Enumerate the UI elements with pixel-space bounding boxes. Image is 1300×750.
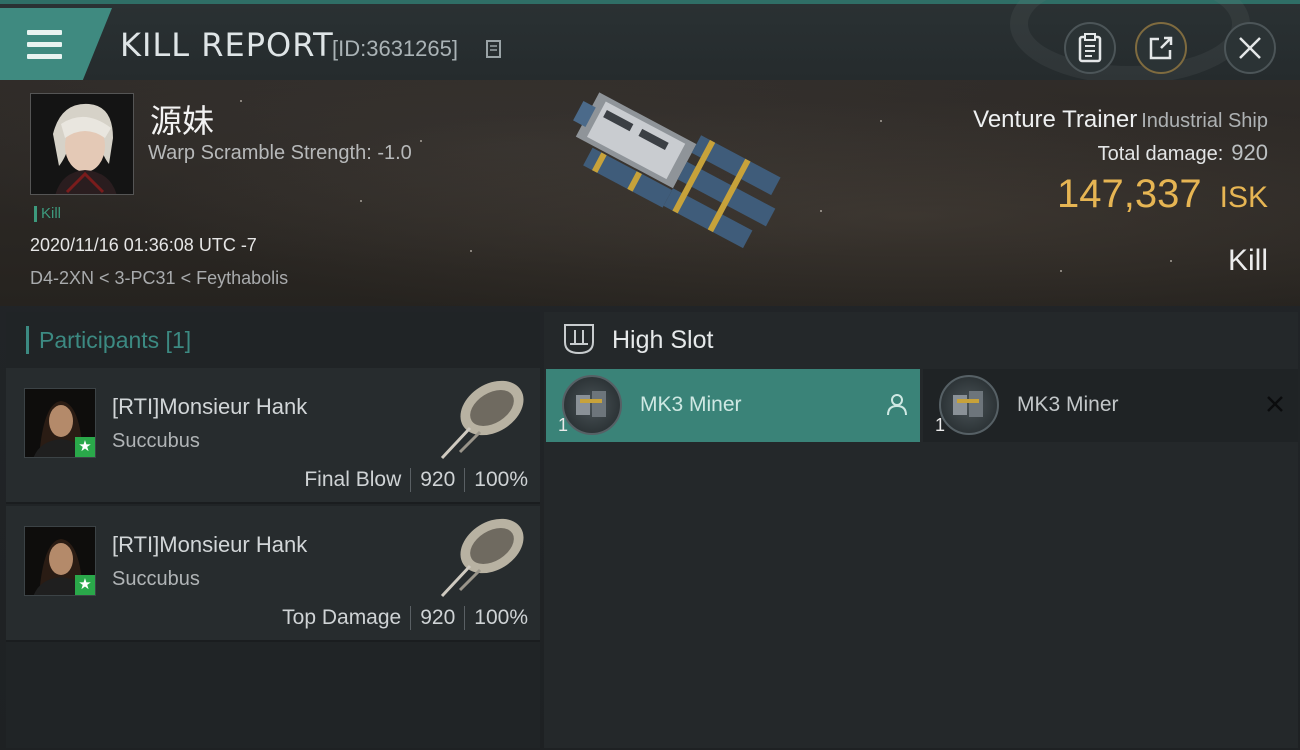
participant-ship: Succubus: [112, 430, 200, 452]
module-item[interactable]: 1 MK3 Miner: [923, 369, 1298, 442]
participant-percent: 100%: [474, 468, 528, 491]
divider: [464, 468, 466, 492]
clipboard-button[interactable]: [1064, 22, 1116, 74]
participant-avatar[interactable]: ★: [24, 526, 96, 596]
report-id: [ID:3631265]: [332, 36, 458, 61]
victim-ship-line[interactable]: Venture Trainer Industrial Ship: [973, 106, 1268, 134]
participant-name[interactable]: [RTI]Monsieur Hank: [112, 532, 307, 558]
participant-stats: Final Blow 920 100%: [304, 468, 528, 492]
victim-name[interactable]: 源妹: [150, 96, 214, 142]
isk-amount: 147,337: [1057, 172, 1202, 216]
high-slot-icon: [564, 324, 594, 355]
menu-bar-icon: [27, 42, 62, 47]
participant-damage: 920: [420, 606, 456, 629]
kill-report-window: KILL REPORT [ID:3631265] 源妹 Warp Scrambl…: [0, 0, 1300, 750]
divider: [410, 606, 412, 630]
star-icon: ★: [75, 575, 95, 595]
share-button[interactable]: [1135, 22, 1187, 74]
person-icon[interactable]: [886, 393, 908, 417]
divider: [464, 606, 466, 630]
destroyed-x-icon: [1267, 396, 1283, 412]
kill-tag: Kill: [34, 206, 61, 222]
miner-module-icon: [939, 375, 999, 435]
total-damage-label: Total damage:: [1097, 143, 1224, 165]
kill-time: 2020/11/16 01:36:08 UTC -7: [30, 235, 257, 255]
menu-bar-icon: [27, 30, 62, 35]
star-icon: ★: [75, 437, 95, 457]
close-icon: [1239, 37, 1261, 59]
module-quantity: 1: [935, 415, 946, 435]
participant-avatar[interactable]: ★: [24, 388, 96, 458]
participants-panel: Participants [1] ★ [RTI]Monsieur Hank Su…: [6, 312, 540, 748]
miner-module-icon: [562, 375, 622, 435]
participant-role: Top Damage: [282, 606, 402, 629]
victim-ship-name: Venture Trainer: [973, 106, 1138, 133]
participant-damage: 920: [420, 468, 456, 491]
victim-ship-image[interactable]: [520, 90, 790, 290]
participant-stats: Top Damage 920 100%: [282, 606, 528, 630]
divider: [410, 468, 412, 492]
kill-location[interactable]: D4-2XN < 3-PC31 < Feythabolis: [30, 268, 288, 289]
total-damage: Total damage: 920: [1098, 140, 1268, 166]
clipboard-icon: [1078, 33, 1102, 63]
participant-name[interactable]: [RTI]Monsieur Hank: [112, 394, 307, 420]
kill-banner: 源妹 Warp Scramble Strength: -1.0 Kill 202…: [0, 80, 1300, 306]
page-title: KILL REPORT: [120, 26, 334, 64]
isk-unit: ISK: [1219, 181, 1268, 214]
participant-ship-icon[interactable]: [430, 510, 530, 600]
menu-button[interactable]: [0, 8, 112, 80]
module-item[interactable]: 1 MK3 Miner: [546, 369, 920, 442]
module-name: MK3 Miner: [1017, 393, 1119, 416]
module-quantity: 1: [558, 415, 569, 435]
isk-value: 147,337 ISK: [1057, 172, 1268, 217]
header-decoration: [1010, 0, 1250, 84]
fitting-panel: High Slot 1 MK3 Miner 1 MK3 Miner: [544, 312, 1298, 748]
participants-header: Participants [1]: [26, 326, 191, 354]
copy-icon[interactable]: [484, 37, 506, 59]
kill-type: Kill: [1227, 244, 1268, 277]
warp-scramble-strength: Warp Scramble Strength: -1.0: [148, 142, 412, 164]
victim-ship-class: Industrial Ship: [1141, 110, 1268, 132]
share-icon: [1149, 36, 1173, 60]
participant-ship: Succubus: [112, 568, 200, 590]
participant-role: Final Blow: [304, 468, 402, 491]
total-damage-value: 920: [1231, 140, 1268, 165]
close-button[interactable]: [1224, 22, 1276, 74]
participant-row[interactable]: ★ [RTI]Monsieur Hank Succubus Top Damage…: [6, 506, 540, 642]
participant-ship-icon[interactable]: [430, 372, 530, 462]
participant-percent: 100%: [474, 606, 528, 629]
module-name: MK3 Miner: [640, 393, 742, 416]
menu-bar-icon: [27, 54, 62, 59]
slot-title: High Slot: [612, 326, 714, 354]
header-bar: KILL REPORT [ID:3631265]: [0, 0, 1300, 84]
participant-row[interactable]: ★ [RTI]Monsieur Hank Succubus Final Blow…: [6, 368, 540, 504]
victim-portrait[interactable]: [30, 93, 134, 195]
